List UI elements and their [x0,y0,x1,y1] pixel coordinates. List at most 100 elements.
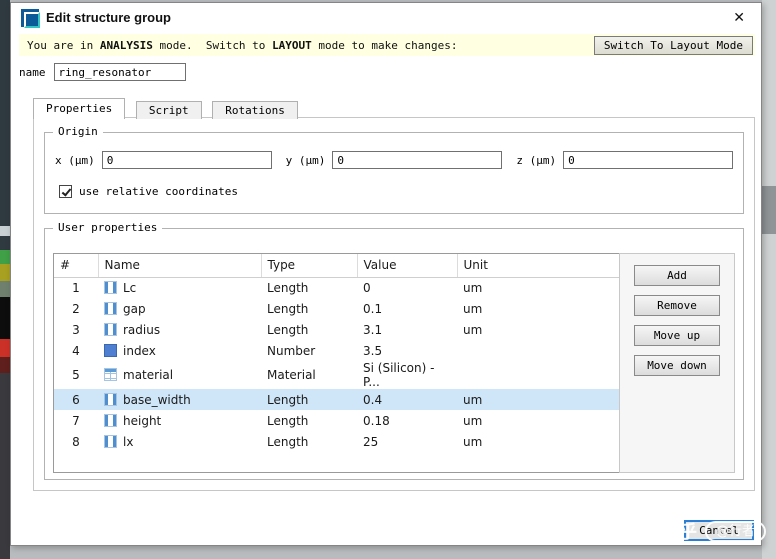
cell-value: Si (Silicon) - P... [363,361,435,389]
properties-tab-content: Origin x (μm) y (μm) z (μm) [33,117,755,491]
cell-num: 6 [72,392,80,407]
user-properties-legend: User properties [53,221,163,234]
cell-type: Length [267,413,309,428]
remove-button[interactable]: Remove [634,295,720,316]
table-header-row: # Name Type Value Unit [54,254,630,278]
table-row[interactable]: 1 Lc Length 0 um [54,277,630,298]
tab-properties[interactable]: Properties [33,98,126,119]
cell-name: lx [98,431,261,452]
cell-num: 8 [72,434,80,449]
table-row[interactable]: 4 index Number 3.5 [54,340,630,361]
cell-unit: um [463,413,483,428]
name-label: name [19,65,46,79]
z-input[interactable] [563,151,734,169]
cell-num: 5 [72,368,80,382]
cell-unit [457,340,630,361]
cell-value: 3.5 [363,343,383,358]
cell-unit: um [463,301,483,316]
cell-type: Length [267,301,309,316]
table-row-selected[interactable]: 6 base_width Length 0.4 um [54,389,630,410]
name-input[interactable] [53,63,186,81]
column-header-name: Name [98,254,262,278]
move-up-button[interactable]: Move up [634,325,720,346]
cell-name: radius [98,319,261,340]
y-label: y (μm) [285,153,326,167]
properties-table: # Name Type Value Unit 1 Lc Length 0 um … [53,253,631,473]
origin-fields: x (μm) y (μm) z (μm) [45,133,743,169]
relative-coordinates-checkbox[interactable] [59,185,72,198]
cell-num: 7 [72,413,80,428]
z-field: z (μm) [516,151,734,169]
tab-rotations[interactable]: Rotations [212,101,298,119]
column-header-num: # [54,254,99,278]
column-header-value: Value [357,254,458,278]
cell-num: 3 [72,322,80,337]
cell-num: 1 [72,280,80,295]
cell-name: material [98,361,261,389]
tab-script[interactable]: Script [135,101,202,119]
row-actions-panel: Add Remove Move up Move down [619,253,735,473]
cell-name: height [98,410,261,431]
cell-unit: um [463,322,483,337]
length-property-icon [104,392,117,406]
table-row[interactable]: 7 height Length 0.18 um [54,410,630,431]
app-icon [21,8,40,28]
z-label: z (μm) [516,153,557,167]
cell-type: Length [267,280,309,295]
column-header-type: Type [261,254,358,278]
user-properties-groupbox: User properties # Name Type Value Unit 1… [44,221,744,480]
length-property-icon [104,322,117,336]
cell-type: Number [267,343,316,358]
cell-name: gap [98,298,261,319]
add-button[interactable]: Add [634,265,720,286]
origin-groupbox: Origin x (μm) y (μm) z (μm) [44,125,744,214]
cell-value: 0.4 [363,392,383,407]
cell-type: Length [267,322,309,337]
table-row[interactable]: 2 gap Length 0.1 um [54,298,630,319]
length-property-icon [104,434,117,448]
x-input[interactable] [101,151,272,169]
name-field-row: name [19,63,186,81]
move-down-button[interactable]: Move down [634,355,720,376]
cell-num: 4 [72,343,80,358]
edit-structure-group-dialog: Edit structure group ✕ You are in ANALYS… [10,2,762,546]
table-row[interactable]: 8 lx Length 25 um [54,431,630,452]
y-input[interactable] [332,151,503,169]
tab-bar: Properties Script Rotations [33,98,299,119]
table-row[interactable]: 3 radius Length 3.1 um [54,319,630,340]
switch-to-layout-mode-button[interactable]: Switch To Layout Mode [593,35,753,55]
y-field: y (μm) [286,151,503,169]
close-icon[interactable]: ✕ [727,8,751,28]
title-bar[interactable]: Edit structure group ✕ [11,3,761,32]
cell-value: 0.18 [363,413,390,428]
cell-name: base_width [98,389,261,410]
background-app-strip [0,0,10,559]
cell-unit: um [463,280,483,295]
cell-name: index [98,340,261,361]
cell-name: Lc [98,277,261,298]
mode-warning-text: You are in ANALYSIS mode. Switch to LAYO… [27,38,458,52]
number-property-icon [104,343,117,357]
material-property-icon [104,368,117,381]
background-scrollbar-track [762,0,776,559]
background-scrollbar-thumb[interactable] [762,186,776,234]
cell-value: 3.1 [363,322,383,337]
dialog-title: Edit structure group [46,10,171,25]
x-field: x (μm) [55,151,272,169]
cell-type: Length [267,392,309,407]
screen: Edit structure group ✕ You are in ANALYS… [0,0,776,559]
cell-type: Length [267,434,309,449]
length-property-icon [104,413,117,427]
cell-value: 0 [363,280,371,295]
origin-legend: Origin [53,125,103,138]
table-row[interactable]: 5 material Material Si (Silicon) - P... [54,361,630,389]
cell-num: 2 [72,301,80,316]
length-property-icon [104,280,117,294]
cancel-button[interactable]: Cancel [684,520,754,541]
length-property-icon [104,301,117,315]
cell-value: 0.1 [363,301,383,316]
cell-unit: um [463,392,483,407]
relative-coordinates-row: use relative coordinates [59,185,238,198]
mode-warning-banner: You are in ANALYSIS mode. Switch to LAYO… [19,34,755,56]
cell-value: 25 [363,434,379,449]
